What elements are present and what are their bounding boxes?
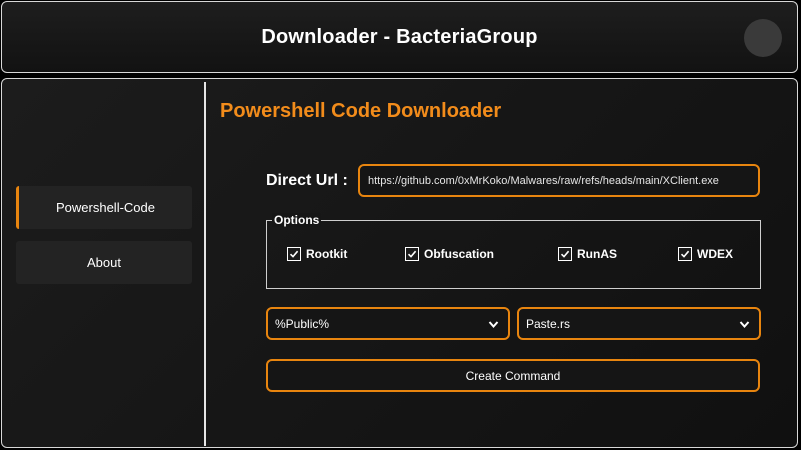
window-control-circle[interactable] [744,19,782,57]
wdex-checkbox[interactable]: WDEX [678,247,733,261]
direct-url-label: Direct Url : [266,172,348,189]
chevron-down-icon [488,321,499,329]
sidebar-item-powershell-code[interactable]: Powershell-Code [16,186,192,229]
chevron-down-icon [739,321,750,329]
options-legend: Options [272,213,322,227]
sidebar-divider [204,82,206,446]
host-select-value: Paste.rs [526,316,571,331]
create-command-button[interactable]: Create Command [266,359,760,392]
option-label: Rootkit [306,247,348,261]
checkmark-icon [405,247,419,261]
option-label: WDEX [697,247,733,261]
path-select[interactable]: %Public% [266,307,510,340]
option-label: RunAS [577,247,617,261]
checkmark-icon [678,247,692,261]
runas-checkbox[interactable]: RunAS [558,247,617,261]
sidebar-item-label: Powershell-Code [56,200,155,215]
obfuscation-checkbox[interactable]: Obfuscation [405,247,494,261]
sidebar-item-label: About [87,255,121,270]
title-bar: Downloader - BacteriaGroup [1,1,798,73]
option-label: Obfuscation [424,247,495,261]
direct-url-input[interactable] [358,164,760,197]
checkmark-icon [558,247,572,261]
host-select[interactable]: Paste.rs [517,307,761,340]
rootkit-checkbox[interactable]: Rootkit [287,247,347,261]
path-select-value: %Public% [275,316,330,331]
create-command-label: Create Command [465,368,561,383]
app-title: Downloader - BacteriaGroup [261,26,538,48]
checkmark-icon [287,247,301,261]
sidebar-item-about[interactable]: About [16,241,192,284]
page-title: Powershell Code Downloader [220,100,502,122]
